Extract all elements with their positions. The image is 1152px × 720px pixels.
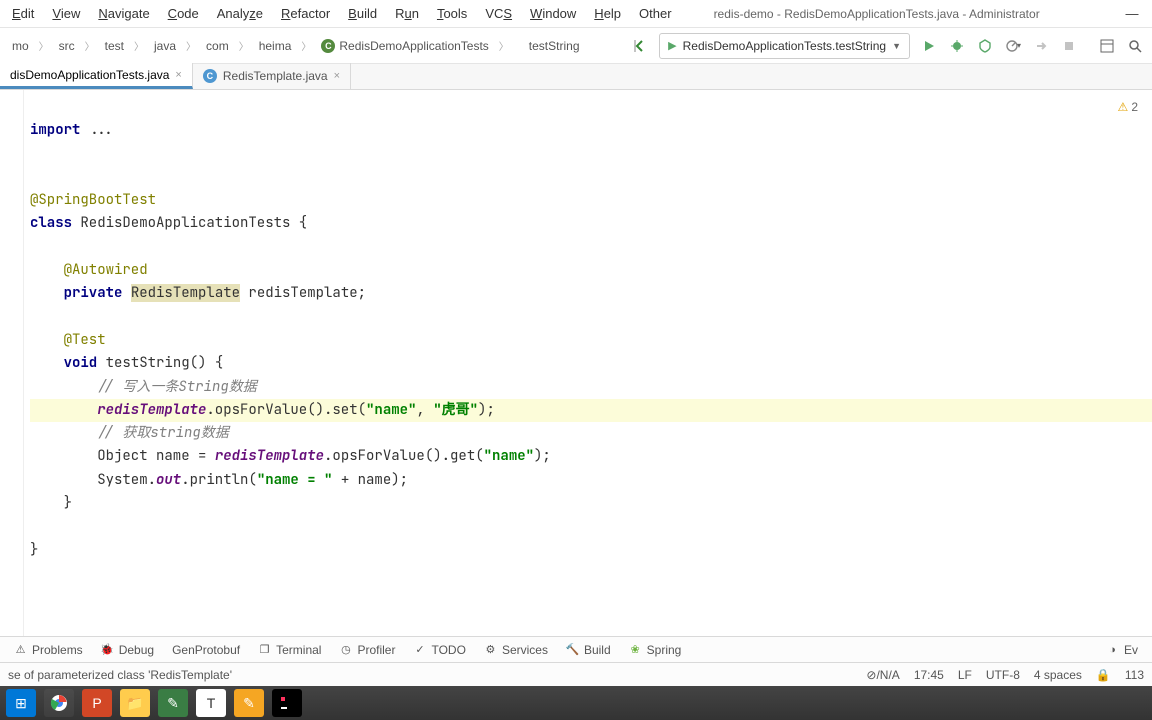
tw-problems[interactable]: ⚠Problems	[6, 640, 91, 660]
chevron-down-icon: ▼	[892, 41, 901, 51]
intellij-icon[interactable]	[272, 689, 302, 717]
status-encoding[interactable]: UTF-8	[986, 668, 1020, 682]
warning-count: 2	[1131, 100, 1138, 114]
menu-analyze[interactable]: Analyze	[209, 2, 271, 25]
profiler-icon: ◷	[339, 643, 352, 656]
crumb-method-label: testString	[529, 39, 580, 53]
debug-icon: 🐞	[101, 643, 114, 656]
tw-build[interactable]: 🔨Build	[558, 640, 619, 660]
tw-eventlog[interactable]: ◑Ev	[1098, 640, 1146, 660]
class-icon: C	[321, 39, 335, 53]
menu-refactor[interactable]: Refactor	[273, 2, 338, 25]
profiler-button[interactable]: ▾	[1000, 33, 1026, 59]
tw-terminal[interactable]: ❐Terminal	[250, 640, 329, 660]
menu-other[interactable]: Other	[631, 2, 680, 25]
run-triangle-icon: ▶	[668, 39, 676, 52]
terminal-icon: ❐	[258, 643, 271, 656]
tab-template-file[interactable]: C RedisTemplate.java ×	[193, 63, 351, 89]
status-bar: se of parameterized class 'RedisTemplate…	[0, 662, 1152, 686]
crumb-class-label: RedisDemoApplicationTests	[339, 39, 488, 53]
start-icon[interactable]: ⊞	[6, 689, 36, 717]
menu-view[interactable]: View	[44, 2, 88, 25]
problems-icon: ⚠	[14, 643, 27, 656]
gutter[interactable]	[0, 90, 24, 636]
menu-window[interactable]: Window	[522, 2, 584, 25]
chrome-icon[interactable]	[44, 689, 74, 717]
status-linecol[interactable]: 113	[1125, 668, 1144, 682]
app-icon-1[interactable]: ✎	[158, 689, 188, 717]
run-button[interactable]	[916, 33, 942, 59]
spring-icon: ❀	[629, 643, 642, 656]
run-config-label: RedisDemoApplicationTests.testString	[683, 39, 886, 53]
back-icon[interactable]	[627, 33, 653, 59]
coverage-button[interactable]	[972, 33, 998, 59]
stop-button[interactable]	[1056, 33, 1082, 59]
tw-profiler[interactable]: ◷Profiler	[331, 640, 403, 660]
debug-button[interactable]	[944, 33, 970, 59]
todo-icon: ✓	[413, 643, 426, 656]
tool-window-bar: ⚠Problems 🐞Debug GenProtobuf ❐Terminal ◷…	[0, 636, 1152, 662]
crumb-java[interactable]: java	[146, 35, 184, 57]
crumb-class[interactable]: C RedisDemoApplicationTests	[313, 35, 496, 57]
explorer-icon[interactable]: 📁	[120, 689, 150, 717]
tw-todo[interactable]: ✓TODO	[405, 640, 473, 660]
menu-help[interactable]: Help	[586, 2, 629, 25]
status-na[interactable]: ⊘/N/A	[866, 668, 899, 682]
menubar: Edit View Navigate Code Analyze Refactor…	[0, 2, 684, 25]
crumb-heima[interactable]: heima	[251, 35, 300, 57]
build-icon: 🔨	[566, 643, 579, 656]
status-indent[interactable]: 4 spaces	[1034, 668, 1082, 682]
services-icon: ⚙	[484, 643, 497, 656]
close-icon[interactable]: ×	[334, 70, 340, 82]
inspection-widget[interactable]: ⚠ 2	[1118, 100, 1138, 114]
event-icon: ◑	[1106, 643, 1119, 656]
editor-tabs: disDemoApplicationTests.java × C RedisTe…	[0, 64, 1152, 90]
tab-tests-file[interactable]: disDemoApplicationTests.java ×	[0, 63, 193, 89]
menu-build[interactable]: Build	[340, 2, 385, 25]
class-icon: C	[203, 69, 217, 83]
status-message: se of parameterized class 'RedisTemplate…	[8, 668, 866, 682]
lock-icon[interactable]: 🔒	[1096, 668, 1111, 682]
crumb-mo[interactable]: mo	[4, 35, 37, 57]
crumb-method[interactable]: testString	[511, 35, 588, 57]
menu-vcs[interactable]: VCS	[477, 2, 520, 25]
window-title: redis-demo - RedisDemoApplicationTests.j…	[684, 7, 1112, 21]
minimize-button[interactable]: —	[1112, 0, 1152, 28]
tw-services[interactable]: ⚙Services	[476, 640, 556, 660]
tab-label: RedisTemplate.java	[223, 69, 328, 83]
tab-label: disDemoApplicationTests.java	[10, 68, 169, 82]
tw-spring[interactable]: ❀Spring	[621, 640, 690, 660]
status-lf[interactable]: LF	[958, 668, 972, 682]
tw-genprotobuf[interactable]: GenProtobuf	[164, 640, 248, 660]
crumb-src[interactable]: src	[51, 35, 83, 57]
status-time: 17:45	[914, 668, 944, 682]
editor[interactable]: import ... @SpringBootTest class RedisDe…	[0, 90, 1152, 636]
run-config-dropdown[interactable]: ▶ RedisDemoApplicationTests.testString ▼	[659, 33, 910, 59]
menu-tools[interactable]: Tools	[429, 2, 475, 25]
menu-edit[interactable]: Edit	[4, 2, 42, 25]
warning-icon: ⚠	[1118, 100, 1129, 114]
app-icon-3[interactable]: ✎	[234, 689, 264, 717]
crumb-com[interactable]: com	[198, 35, 237, 57]
breadcrumb: mo〉 src〉 test〉 java〉 com〉 heima〉 C Redis…	[4, 35, 588, 57]
attach-button[interactable]	[1028, 33, 1054, 59]
tw-debug[interactable]: 🐞Debug	[93, 640, 162, 660]
layout-icon[interactable]	[1094, 33, 1120, 59]
menu-run[interactable]: Run	[387, 2, 427, 25]
search-icon[interactable]	[1122, 33, 1148, 59]
menu-code[interactable]: Code	[160, 2, 207, 25]
titlebar: Edit View Navigate Code Analyze Refactor…	[0, 0, 1152, 28]
close-icon[interactable]: ×	[175, 69, 181, 81]
os-taskbar: ⊞ P 📁 ✎ T ✎	[0, 686, 1152, 720]
app-icon-2[interactable]: T	[196, 689, 226, 717]
code-area[interactable]: import ... @SpringBootTest class RedisDe…	[24, 90, 1152, 636]
main-toolbar: mo〉 src〉 test〉 java〉 com〉 heima〉 C Redis…	[0, 28, 1152, 64]
menu-navigate[interactable]: Navigate	[90, 2, 157, 25]
crumb-test[interactable]: test	[97, 35, 132, 57]
ppt-icon[interactable]: P	[82, 689, 112, 717]
